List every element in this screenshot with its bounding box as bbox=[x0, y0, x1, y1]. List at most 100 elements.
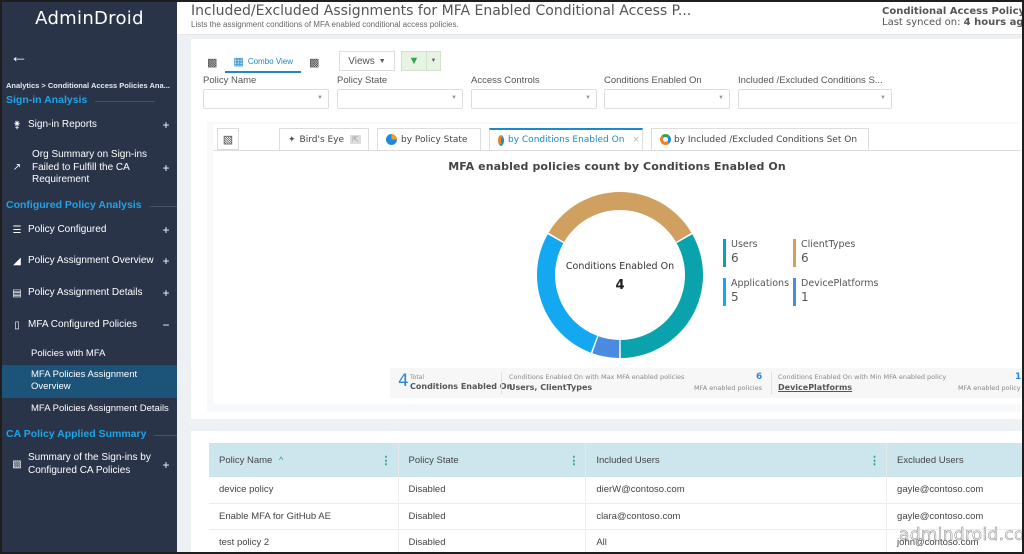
table-header-row: Policy Name ^ ⋮ Policy State ⋮ Included Us… bbox=[209, 443, 1022, 477]
summary-max-unit: MFA enabled policies bbox=[694, 384, 762, 392]
sidebar-subitem-mfa-policies-assignment-details[interactable]: MFA Policies Assignment Details bbox=[2, 403, 177, 417]
sidebar-item-policy-assignment-details[interactable]: ▤ Policy Assignment Details + bbox=[10, 286, 172, 300]
close-tab-icon[interactable]: × bbox=[632, 135, 640, 145]
chart-type-button[interactable]: ▧ bbox=[217, 128, 239, 150]
summary-max-value: Users, ClientTypes bbox=[509, 383, 593, 392]
tab-by-policy-state[interactable]: by Policy State bbox=[377, 128, 481, 150]
summary-divider bbox=[771, 372, 772, 394]
policy-name-select[interactable] bbox=[203, 89, 329, 109]
filter-label-access-controls: Access Controls bbox=[471, 75, 540, 86]
data-source-label[interactable]: Conditional Access Policy Data bbox=[882, 6, 1022, 17]
donut-center-label: Conditions Enabled On bbox=[566, 261, 674, 272]
bar-chart-icon: ▧ bbox=[12, 459, 22, 470]
filter-label-conditions-enabled-on: Conditions Enabled On bbox=[604, 75, 702, 86]
sort-asc-icon[interactable]: ^ bbox=[279, 455, 283, 465]
sync-value: 4 hours ago bbox=[963, 17, 1024, 28]
assignment-icon: ◢ bbox=[13, 255, 21, 267]
donut-slice-deviceplatforms[interactable] bbox=[592, 336, 620, 358]
expand-icon[interactable]: + bbox=[160, 161, 172, 175]
conditions-enabled-on-select[interactable] bbox=[604, 89, 730, 109]
summary-min-unit: MFA enabled policy bbox=[958, 384, 1021, 392]
sidebar-item-org-summary[interactable]: ↗ Org Summary on Sign-ins Failed to Fulf… bbox=[10, 149, 172, 187]
tab-by-included-excluded[interactable]: by Included /Excluded Conditions Set On bbox=[651, 128, 869, 150]
sidebar-item-policy-configured[interactable]: ☰ Policy Configured + bbox=[10, 223, 172, 237]
mfa-device-icon: ▯ bbox=[14, 319, 20, 331]
watermark: admindroid.com bbox=[899, 525, 1024, 546]
summary-total-label: Conditions Enabled On bbox=[410, 382, 513, 391]
column-menu-icon[interactable]: ⋮ bbox=[869, 454, 880, 467]
cell-included-users: clara@contoso.com bbox=[585, 503, 888, 530]
donut-center-value: 4 bbox=[615, 278, 624, 293]
chart-view-icon: ▩ bbox=[309, 56, 320, 69]
cell-excluded-users: gayle@contoso.com bbox=[886, 477, 1022, 504]
caret-down-icon[interactable]: ▼ bbox=[426, 52, 440, 70]
section-sign-in-analysis: Sign-in Analysis bbox=[6, 94, 156, 106]
expand-icon[interactable]: + bbox=[160, 118, 172, 132]
cell-policy-state: Disabled bbox=[398, 529, 587, 552]
donut-slice-clienttypes[interactable] bbox=[548, 192, 692, 242]
brand-logo: AdminDroid bbox=[35, 8, 144, 29]
cell-policy-name: device policy bbox=[209, 477, 399, 504]
main-content: Included/Excluded Assignments for MFA En… bbox=[177, 2, 1024, 552]
sidebar-subitem-mfa-policies-assignment-overview[interactable]: MFA Policies Assignment Overview bbox=[2, 365, 177, 398]
filter-button[interactable]: ▼ ▼ bbox=[401, 51, 441, 71]
column-header-included-users[interactable]: Included Users ⋮ bbox=[585, 443, 888, 477]
legend-item-deviceplatforms[interactable]: DevicePlatforms 1 bbox=[793, 278, 879, 306]
legend-item-clienttypes[interactable]: ClientTypes 6 bbox=[793, 239, 855, 267]
summary-min-caption: Conditions Enabled On with Min MFA enabl… bbox=[778, 373, 947, 381]
chart-container: ▧ ✦ Bird's Eye ⇱ by Policy State by Cond… bbox=[207, 122, 1022, 412]
cell-policy-state: Disabled bbox=[398, 477, 587, 504]
donut-slice-users[interactable] bbox=[620, 234, 703, 358]
chart-view-button[interactable]: ▩ bbox=[301, 51, 327, 73]
list-icon: ☰ bbox=[12, 224, 22, 236]
expand-icon[interactable]: + bbox=[160, 286, 172, 300]
table-row[interactable]: device policy Disabled dierW@contoso.com… bbox=[209, 477, 1022, 504]
summary-min-value-link[interactable]: DevicePlatforms bbox=[778, 383, 852, 392]
combo-view-icon: ▦ bbox=[233, 55, 244, 68]
page-header: Included/Excluded Assignments for MFA En… bbox=[177, 2, 1024, 35]
filter-label-policy-state: Policy State bbox=[337, 75, 388, 86]
cell-included-users: dierW@contoso.com bbox=[585, 477, 888, 504]
expand-icon[interactable]: ⇱ bbox=[350, 135, 361, 144]
tab-by-conditions-enabled-on[interactable]: by Conditions Enabled On × bbox=[489, 128, 643, 150]
cell-policy-name: Enable MFA for GitHub AE bbox=[209, 503, 399, 530]
sidebar-item-mfa-configured-policies[interactable]: ▯ MFA Configured Policies − bbox=[10, 318, 172, 332]
expand-icon[interactable]: + bbox=[160, 458, 172, 472]
access-controls-select[interactable] bbox=[471, 89, 597, 109]
data-source-info: Conditional Access Policy Data Last sync… bbox=[882, 6, 1024, 28]
sidebar-subitem-policies-with-mfa[interactable]: Policies with MFA bbox=[2, 348, 177, 362]
policy-state-select[interactable] bbox=[337, 89, 463, 109]
combo-view-button[interactable]: ▦ Combo View bbox=[225, 51, 302, 73]
pie-icon bbox=[386, 134, 397, 145]
key-icon: ⚵ bbox=[13, 119, 21, 131]
expand-icon[interactable]: + bbox=[160, 254, 172, 268]
legend-item-users[interactable]: Users 6 bbox=[723, 239, 758, 267]
sidebar-item-sign-in-reports[interactable]: ⚵ Sign-in Reports + bbox=[10, 118, 172, 132]
legend-item-applications[interactable]: Applications 5 bbox=[723, 278, 789, 306]
column-menu-icon[interactable]: ⋮ bbox=[568, 454, 579, 467]
tab-birds-eye[interactable]: ✦ Bird's Eye ⇱ bbox=[279, 128, 369, 150]
cell-policy-name: test policy 2 bbox=[209, 529, 399, 552]
summary-divider bbox=[501, 372, 502, 394]
donut-icon bbox=[660, 134, 671, 145]
page-title: Included/Excluded Assignments for MFA En… bbox=[191, 3, 692, 19]
collapse-icon[interactable]: − bbox=[160, 318, 172, 332]
summary-total-value: 4 bbox=[398, 371, 409, 391]
donut-slice-applications[interactable] bbox=[537, 234, 598, 353]
column-menu-icon[interactable]: ⋮ bbox=[381, 454, 392, 467]
sidebar-item-policy-assignment-overview[interactable]: ◢ Policy Assignment Overview + bbox=[10, 254, 172, 268]
included-excluded-select[interactable] bbox=[738, 89, 892, 109]
column-header-excluded-users[interactable]: Excluded Users bbox=[886, 443, 1022, 477]
grid-view-button[interactable]: ▩ bbox=[199, 51, 225, 73]
sidebar-item-summary-sign-ins[interactable]: ▧ Summary of the Sign-ins by Configured … bbox=[10, 452, 172, 477]
expand-icon[interactable]: + bbox=[160, 223, 172, 237]
view-toolbar: ▩ ▦ Combo View ▩ bbox=[199, 49, 327, 73]
breadcrumb[interactable]: Analytics > Conditional Access Policies … bbox=[6, 81, 170, 90]
funnel-icon: ▼ bbox=[408, 55, 420, 67]
views-dropdown[interactable]: Views ▼ bbox=[339, 51, 395, 71]
report-panel: ▩ ▦Combo View ▩ Views▼ ▼ ▼ Policy Name P… bbox=[191, 39, 1022, 419]
cell-policy-state: Disabled bbox=[398, 503, 587, 530]
back-arrow-icon[interactable]: ← bbox=[10, 46, 28, 67]
column-header-policy-state[interactable]: Policy State ⋮ bbox=[398, 443, 587, 477]
column-header-policy-name[interactable]: Policy Name ^ ⋮ bbox=[209, 443, 399, 477]
